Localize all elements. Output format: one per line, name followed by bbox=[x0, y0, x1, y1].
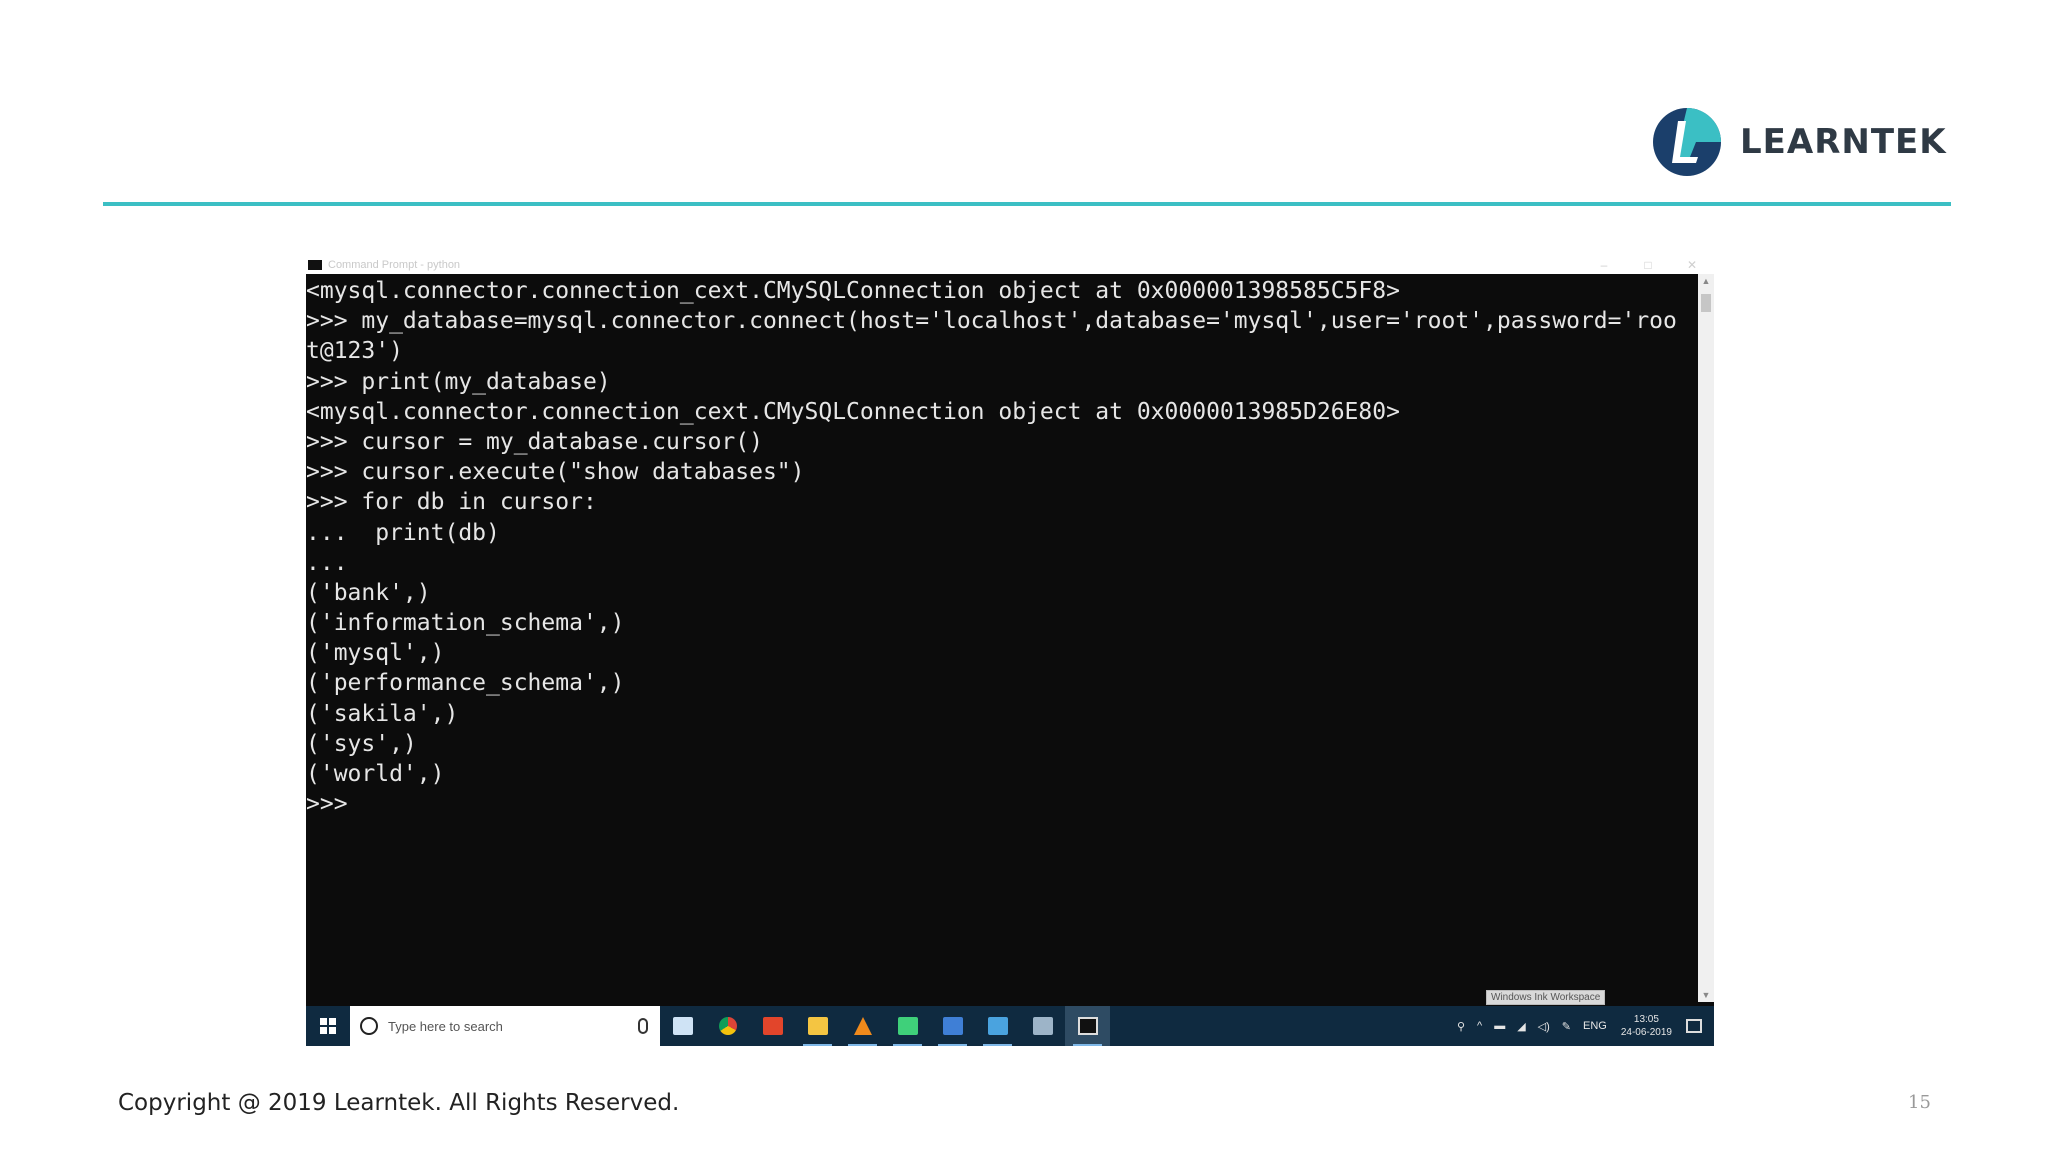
console-line: <mysql.connector.connection_cext.CMySQLC… bbox=[306, 278, 1400, 304]
search-placeholder: Type here to search bbox=[388, 1018, 503, 1034]
console-output[interactable]: <mysql.connector.connection_cext.CMySQLC… bbox=[306, 276, 1696, 996]
scroll-up-arrow-icon[interactable]: ▲ bbox=[1698, 274, 1714, 288]
taskbar-app-chrome[interactable] bbox=[705, 1006, 750, 1046]
battery-icon[interactable]: ▬ bbox=[1494, 1020, 1505, 1032]
console-line: ... bbox=[306, 549, 348, 576]
windows-logo-icon bbox=[320, 1018, 336, 1034]
language-indicator[interactable]: ENG bbox=[1583, 1020, 1607, 1032]
taskbar-app-task-view[interactable] bbox=[660, 1006, 705, 1046]
learntek-logo: LEARNTEK bbox=[1652, 103, 1947, 181]
console-line: >>> for db in cursor: bbox=[306, 489, 597, 516]
people-icon[interactable]: ⚲ bbox=[1457, 1020, 1465, 1033]
pen-icon[interactable]: ✎ bbox=[1562, 1020, 1571, 1033]
console-scrollbar[interactable]: ▲ ▼ bbox=[1698, 274, 1714, 1002]
system-tray: ⚲ ^ ▬ ◢ ◁) ✎ ENG 13:05 24-06-2019 bbox=[1451, 1006, 1714, 1046]
console-line: ('bank',) bbox=[306, 579, 431, 606]
console-line: <mysql.connector.connection_cext.CMySQLC… bbox=[306, 398, 1400, 425]
taskbar-app-snipping[interactable] bbox=[1020, 1006, 1065, 1046]
chrome-icon bbox=[718, 1017, 737, 1035]
adobe-icon bbox=[762, 1017, 783, 1035]
console-line: ('information_schema',) bbox=[306, 610, 625, 637]
scroll-down-arrow-icon[interactable]: ▼ bbox=[1698, 988, 1714, 1002]
notifications-icon[interactable] bbox=[1686, 1019, 1702, 1033]
console-line: t@123') bbox=[306, 338, 403, 365]
page-number: 15 bbox=[1908, 1092, 1931, 1113]
console-line: ('performance_schema',) bbox=[306, 670, 625, 697]
cortana-icon bbox=[360, 1017, 378, 1035]
minimize-button[interactable]: – bbox=[1582, 258, 1626, 272]
console-line: ('world',) bbox=[306, 761, 445, 787]
snipping-icon bbox=[1032, 1017, 1053, 1035]
command-prompt-window: Command Prompt - python – □ ✕ <mysql.con… bbox=[306, 256, 1714, 1046]
console-line: >>> cursor = my_database.cursor() bbox=[306, 428, 763, 455]
scroll-thumb[interactable] bbox=[1701, 294, 1711, 312]
window-titlebar[interactable]: Command Prompt - python – □ ✕ bbox=[306, 256, 1714, 274]
console-line: ('sakila',) bbox=[306, 700, 459, 727]
vlc-icon bbox=[853, 1017, 872, 1035]
brand-name: LEARNTEK bbox=[1740, 122, 1947, 162]
task-view-icon bbox=[672, 1017, 693, 1035]
microphone-icon[interactable] bbox=[638, 1018, 648, 1034]
cmd-icon bbox=[308, 260, 322, 270]
clock-date: 24-06-2019 bbox=[1620, 1027, 1672, 1038]
console-line: >>> print(my_database) bbox=[306, 368, 611, 395]
console-line: ... print(db) bbox=[306, 519, 500, 546]
start-button[interactable] bbox=[306, 1006, 350, 1046]
windows-taskbar: Type here to search ⚲ ^ ▬ ◢ ◁) ✎ ENG 13:… bbox=[306, 1006, 1714, 1046]
pycharm-icon bbox=[897, 1017, 918, 1035]
clock-time: 13:05 bbox=[1633, 1014, 1659, 1025]
word-icon bbox=[942, 1017, 963, 1035]
learntek-logo-mark-icon bbox=[1653, 108, 1721, 176]
console-line: ('mysql',) bbox=[306, 640, 445, 667]
taskbar-clock[interactable]: 13:05 24-06-2019 bbox=[1621, 1013, 1672, 1039]
taskbar-search-box[interactable]: Type here to search bbox=[350, 1006, 660, 1046]
chevron-up-icon[interactable]: ^ bbox=[1477, 1020, 1482, 1032]
taskbar-app-vlc[interactable] bbox=[840, 1006, 885, 1046]
console-line: ('sys',) bbox=[306, 730, 417, 757]
header-divider bbox=[103, 202, 1951, 206]
window-title: Command Prompt - python bbox=[328, 259, 461, 271]
close-button[interactable]: ✕ bbox=[1670, 258, 1714, 272]
network-icon[interactable]: ◢ bbox=[1517, 1020, 1525, 1033]
volume-icon[interactable]: ◁) bbox=[1538, 1020, 1550, 1033]
taskbar-app-pycharm[interactable] bbox=[885, 1006, 930, 1046]
taskbar-apps bbox=[660, 1006, 1110, 1046]
console-line: >>> my_database=mysql.connector.connect(… bbox=[306, 308, 1677, 335]
maximize-button[interactable]: □ bbox=[1626, 258, 1670, 272]
taskbar-app-file-explorer[interactable] bbox=[795, 1006, 840, 1046]
taskbar-app-adobe[interactable] bbox=[750, 1006, 795, 1046]
command-prompt-icon bbox=[1077, 1017, 1098, 1035]
taskbar-app-command-prompt[interactable] bbox=[1065, 1006, 1110, 1046]
console-line: >>> cursor.execute("show databases") bbox=[306, 459, 805, 486]
ink-workspace-tooltip: Windows Ink Workspace bbox=[1486, 990, 1606, 1005]
file-explorer-icon bbox=[807, 1017, 828, 1035]
taskbar-app-word[interactable] bbox=[930, 1006, 975, 1046]
mail-icon bbox=[987, 1017, 1008, 1035]
taskbar-app-mail[interactable] bbox=[975, 1006, 1020, 1046]
copyright-text: Copyright @ 2019 Learntek. All Rights Re… bbox=[118, 1090, 680, 1116]
console-line: >>> bbox=[306, 791, 348, 818]
